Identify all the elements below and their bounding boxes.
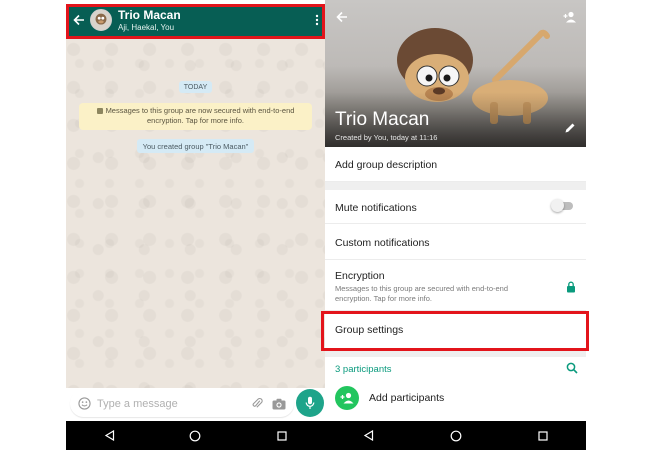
nav-home-circle-icon[interactable] xyxy=(180,421,210,450)
message-input[interactable] xyxy=(97,397,248,410)
add-participants-label: Add participants xyxy=(369,392,445,404)
lock-icon xyxy=(565,280,577,294)
group-avatar[interactable] xyxy=(90,9,112,31)
encryption-label: Encryption xyxy=(335,270,385,282)
arrow-left-icon[interactable] xyxy=(68,4,90,36)
chat-header[interactable]: Trio Macan Aji, Haekal, You xyxy=(66,4,325,36)
group-settings-row[interactable]: Group settings xyxy=(325,311,586,349)
nav-back-triangle-icon[interactable] xyxy=(94,421,124,450)
android-nav-bar-right xyxy=(325,421,586,450)
chat-background: TODAY Messages to this group are now sec… xyxy=(66,38,325,388)
add-group-description-row[interactable]: Add group description xyxy=(325,147,586,182)
encryption-row[interactable]: Encryption Messages to this group are se… xyxy=(325,260,586,311)
chat-subtitle: Aji, Haekal, You xyxy=(118,22,175,32)
pencil-icon[interactable] xyxy=(561,119,579,137)
mute-notifications-row[interactable]: Mute notifications xyxy=(325,190,586,224)
chat-title-block[interactable]: Trio Macan Aji, Haekal, You xyxy=(118,9,309,32)
nav-back-triangle-icon[interactable] xyxy=(354,421,384,450)
message-input-bar xyxy=(70,390,294,417)
toggle-knob xyxy=(551,199,564,212)
arrow-left-icon[interactable] xyxy=(331,6,353,28)
add-person-icon xyxy=(335,386,359,410)
more-vertical-icon[interactable] xyxy=(309,4,325,36)
add-person-icon[interactable] xyxy=(559,6,581,28)
security-note-text: Messages to this group are now secured w… xyxy=(105,106,295,125)
android-nav-bar-left xyxy=(66,421,325,450)
created-note: You created group "Trio Macan" xyxy=(137,139,254,153)
encryption-sub: Messages to this group are secured with … xyxy=(335,284,509,303)
group-hero-image[interactable]: Trio Macan Created by You, today at 11:1… xyxy=(325,0,586,147)
chat-screen: Trio Macan Aji, Haekal, You TODAY Messag… xyxy=(66,0,325,450)
chat-title: Trio Macan xyxy=(118,7,181,22)
security-note[interactable]: Messages to this group are now secured w… xyxy=(79,103,312,130)
lock-icon xyxy=(96,107,103,114)
section-divider xyxy=(325,349,586,357)
paperclip-icon[interactable] xyxy=(248,390,266,417)
mute-notifications-label: Mute notifications xyxy=(335,202,417,214)
microphone-icon[interactable] xyxy=(296,389,324,417)
custom-notifications-row[interactable]: Custom notifications xyxy=(325,224,586,260)
group-name: Trio Macan xyxy=(335,109,430,130)
emoji-icon[interactable] xyxy=(74,390,94,417)
mute-toggle[interactable] xyxy=(551,199,573,212)
group-created-info: Created by You, today at 11:16 xyxy=(335,133,438,142)
add-participants-row[interactable]: Add participants xyxy=(325,383,586,413)
nav-home-circle-icon[interactable] xyxy=(441,421,471,450)
date-chip: TODAY xyxy=(179,81,212,93)
camera-icon[interactable] xyxy=(270,390,288,417)
add-group-description-label: Add group description xyxy=(335,159,438,171)
nav-recents-square-icon[interactable] xyxy=(267,421,297,450)
nav-recents-square-icon[interactable] xyxy=(528,421,558,450)
search-icon[interactable] xyxy=(565,361,579,375)
participants-count: 3 participants xyxy=(335,364,392,375)
section-divider xyxy=(325,182,586,190)
group-settings-label: Group settings xyxy=(335,324,404,336)
custom-notifications-label: Custom notifications xyxy=(335,237,430,249)
group-info-screen: Trio Macan Created by You, today at 11:1… xyxy=(325,0,586,421)
